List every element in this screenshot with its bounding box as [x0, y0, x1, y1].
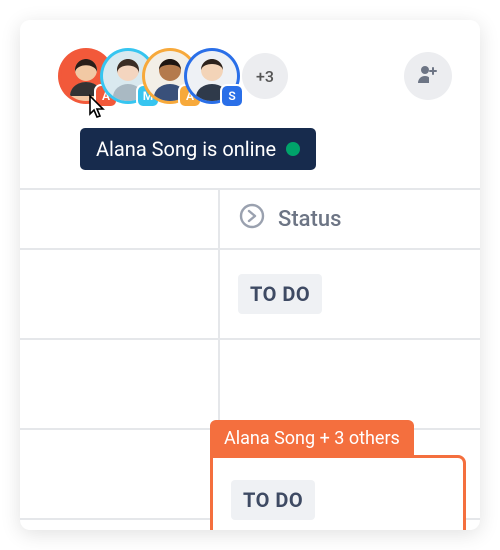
- status-lozenge[interactable]: TO DO: [231, 480, 315, 520]
- multiplayer-highlight: Alana Song + 3 others TO DO: [210, 420, 466, 530]
- table-row: TO DO: [20, 250, 480, 340]
- presence-avatar-stack: A M A S +3: [58, 48, 288, 104]
- avatar-overflow-count[interactable]: +3: [242, 53, 288, 99]
- avatar-initial: S: [228, 89, 235, 103]
- table-row: [20, 340, 480, 430]
- presence-indicator-icon: [286, 142, 300, 156]
- column-header-status[interactable]: Status: [220, 190, 480, 248]
- highlighted-cell[interactable]: TO DO: [210, 455, 466, 530]
- arrow-circle-right-icon: [238, 202, 266, 236]
- avatar-4[interactable]: S: [184, 48, 240, 104]
- tooltip-text: Alana Song is online: [96, 137, 276, 161]
- presence-tooltip: Alana Song is online: [80, 128, 316, 170]
- add-user-icon: [416, 62, 440, 90]
- column-header-row: Status: [20, 188, 480, 250]
- add-user-button[interactable]: [404, 52, 452, 100]
- status-column: Status TO DO TO DO Alana Song + 3 others…: [20, 188, 480, 530]
- multiplayer-callout-label: Alana Song + 3 others: [210, 420, 414, 457]
- status-lozenge[interactable]: TO DO: [238, 274, 322, 314]
